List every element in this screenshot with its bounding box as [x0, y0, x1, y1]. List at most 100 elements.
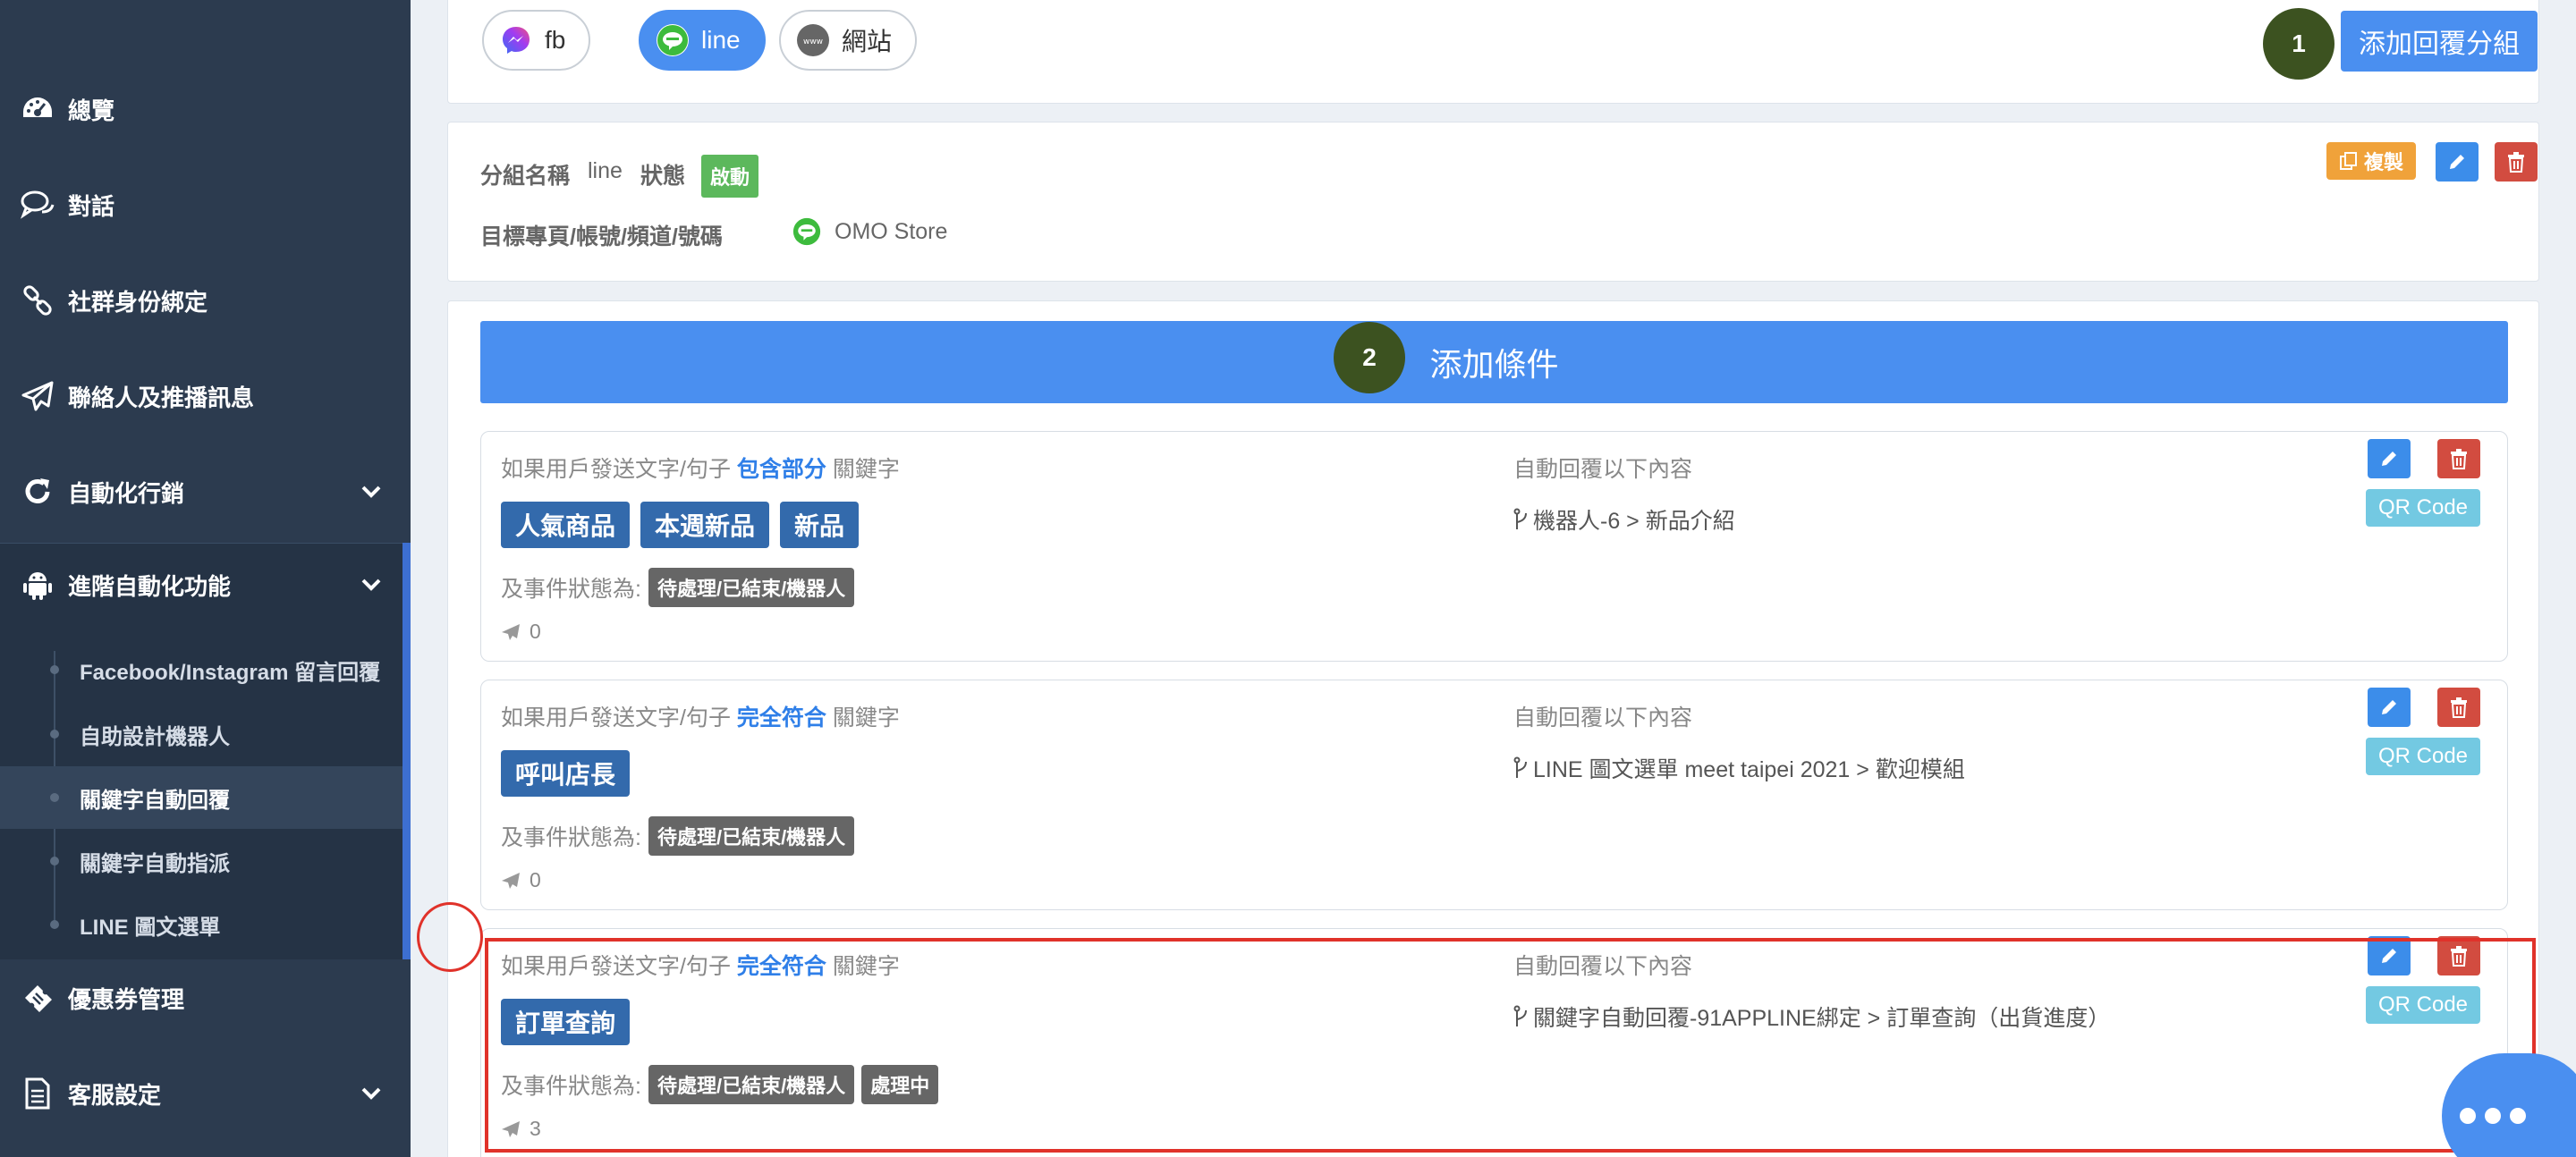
- chat-widget-button[interactable]: [2442, 1053, 2576, 1157]
- nav-dashboard[interactable]: 總覽: [0, 62, 411, 156]
- nav-service-settings[interactable]: 客服設定: [0, 1046, 411, 1141]
- tab-fb[interactable]: fb: [482, 10, 591, 71]
- nav-coupon-management-label: 優惠券管理: [68, 985, 185, 1013]
- add-condition-label: 添加條件: [1429, 346, 1559, 383]
- reply-target: LINE 圖文選單 meet taipei 2021 > 歡迎模組: [1533, 757, 1965, 782]
- group-name-value: line: [588, 158, 623, 183]
- more-dot: [2460, 1108, 2476, 1124]
- trash-icon: [2451, 449, 2467, 469]
- step-marker-2: 2: [1334, 322, 1405, 393]
- tab-label: line: [701, 26, 741, 54]
- subnav-line-rich-menu[interactable]: LINE 圖文選單: [0, 893, 402, 956]
- sent-count-value: 0: [530, 868, 541, 891]
- trash-icon: [2508, 152, 2524, 173]
- android-icon: [20, 567, 55, 603]
- add-condition-button[interactable]: 添加條件: [480, 321, 2508, 403]
- delete-rule-button[interactable]: [2437, 688, 2480, 727]
- edit-rule-button[interactable]: [2368, 439, 2411, 478]
- target-value: OMO Store: [835, 219, 948, 244]
- nav-contacts-broadcast-label: 聯絡人及推播訊息: [68, 384, 255, 411]
- reply-content: 機器人-6 > 新品介紹: [1513, 503, 1735, 536]
- nav-marketing-automation[interactable]: 自動化行銷: [0, 444, 411, 539]
- group-name-label: 分組名稱: [480, 164, 571, 189]
- nav-service-settings-label: 客服設定: [68, 1081, 162, 1109]
- delete-rule-button[interactable]: [2437, 439, 2480, 478]
- channel-tab-card: fb line www 網站 1 添加回覆分組: [447, 0, 2539, 104]
- line-icon: [657, 24, 689, 56]
- reply-target: 機器人-6 > 新品介紹: [1533, 509, 1735, 534]
- chevron-down-icon: [361, 486, 381, 498]
- chevron-down-icon: [361, 1087, 381, 1100]
- keyword-tag: 新品: [780, 502, 860, 548]
- group-info-card: 分組名稱 line 狀態 啟動 目標專頁/帳號/頻道/號碼 OMO Store …: [447, 122, 2539, 282]
- link-icon: [20, 283, 55, 318]
- subnav-fb-ig-comment-reply[interactable]: Facebook/Instagram 留言回覆: [0, 638, 402, 701]
- subnav-keyword-auto-assign[interactable]: 關鍵字自動指派: [0, 830, 402, 892]
- sent-count: 0: [501, 868, 541, 892]
- dashboard-icon: [20, 91, 55, 127]
- condition-suffix: 關鍵字: [832, 705, 900, 731]
- nav-social-binding-label: 社群身份綁定: [68, 288, 208, 316]
- group-status-label: 狀態: [640, 164, 686, 189]
- copy-button[interactable]: 複製: [2326, 142, 2417, 180]
- add-reply-group-button[interactable]: 添加回覆分組: [2341, 11, 2538, 72]
- condition-prefix: 如果用戶發送文字/句子: [501, 705, 731, 731]
- submenu-dot: [50, 730, 59, 739]
- subnav-keyword-auto-reply[interactable]: 關鍵字自動回覆: [0, 766, 402, 829]
- subnav-label: 自助設計機器人: [80, 724, 230, 749]
- status-tag: 待處理/已結束/機器人: [648, 816, 855, 856]
- submenu-dot: [50, 920, 59, 929]
- subnav-bot-designer[interactable]: 自助設計機器人: [0, 703, 402, 765]
- condition-text: 如果用戶發送文字/句子 完全符合 關鍵字: [501, 700, 900, 732]
- highlight-annotation-box: [485, 938, 2536, 1153]
- qr-code-button[interactable]: QR Code: [2366, 738, 2480, 775]
- nav-contacts-broadcast[interactable]: 聯絡人及推播訊息: [0, 349, 411, 443]
- keyword-tag: 本週新品: [640, 502, 770, 548]
- chevron-down-icon: [361, 578, 381, 591]
- sidebar-toggle-handle[interactable]: [417, 902, 483, 972]
- pencil-icon: [2382, 452, 2396, 466]
- reply-content: LINE 圖文選單 meet taipei 2021 > 歡迎模組: [1513, 752, 1965, 784]
- tab-website[interactable]: www 網站: [779, 10, 918, 71]
- sent-count-value: 0: [530, 620, 541, 643]
- status-label: 及事件狀態為:: [501, 825, 641, 850]
- subnav-label: 關鍵字自動回覆: [80, 788, 230, 813]
- condition-text: 如果用戶發送文字/句子 包含部分 關鍵字: [501, 452, 900, 484]
- target-label: 目標專頁/帳號/頻道/號碼: [480, 224, 723, 249]
- keyword-tag: 呼叫店長: [501, 750, 631, 797]
- tab-line[interactable]: line: [639, 10, 766, 71]
- rule-card: 如果用戶發送文字/句子 包含部分 關鍵字 人氣商品 本週新品 新品 自動回覆以下…: [480, 431, 2508, 662]
- tab-label: fb: [545, 26, 566, 54]
- pencil-icon: [2450, 155, 2464, 169]
- qr-code-button[interactable]: QR Code: [2366, 489, 2480, 527]
- nav-social-binding[interactable]: 社群身份綁定: [0, 253, 411, 348]
- status-badge: 啟動: [701, 155, 759, 198]
- status-tag: 待處理/已結束/機器人: [648, 568, 855, 607]
- tab-label: 網站: [842, 28, 893, 55]
- nav-conversations[interactable]: 對話: [0, 157, 411, 252]
- ticket-icon: [20, 980, 55, 1016]
- delete-group-button[interactable]: [2495, 142, 2538, 182]
- sent-count: 0: [501, 620, 541, 644]
- subnav-label: LINE 圖文選單: [80, 915, 221, 940]
- copy-icon: [2340, 152, 2357, 170]
- edit-rule-button[interactable]: [2368, 688, 2411, 727]
- condition-suffix: 關鍵字: [832, 457, 900, 482]
- www-icon: www: [797, 24, 829, 56]
- status-label: 及事件狀態為:: [501, 577, 641, 602]
- nav-advanced-automation[interactable]: 進階自動化功能: [0, 537, 411, 632]
- chat-icon: [20, 187, 55, 223]
- event-status-line: 及事件狀態為: 待處理/已結束/機器人: [501, 568, 855, 607]
- edit-group-button[interactable]: [2436, 142, 2479, 182]
- submenu-dot: [50, 793, 59, 802]
- document-icon: [20, 1076, 55, 1111]
- nav-advanced-automation-label: 進階自動化功能: [68, 572, 232, 600]
- copy-label: 複製: [2364, 151, 2404, 173]
- branch-icon: [1513, 508, 1527, 529]
- rule-card: 如果用戶發送文字/句子 完全符合 關鍵字 呼叫店長 自動回覆以下內容 LINE …: [480, 680, 2508, 910]
- nav-coupon-management[interactable]: 優惠券管理: [0, 950, 411, 1045]
- step-marker-1: 1: [2263, 8, 2334, 80]
- nav-dashboard-label: 總覽: [68, 97, 115, 124]
- send-icon: [502, 872, 520, 889]
- condition-prefix: 如果用戶發送文字/句子: [501, 457, 731, 482]
